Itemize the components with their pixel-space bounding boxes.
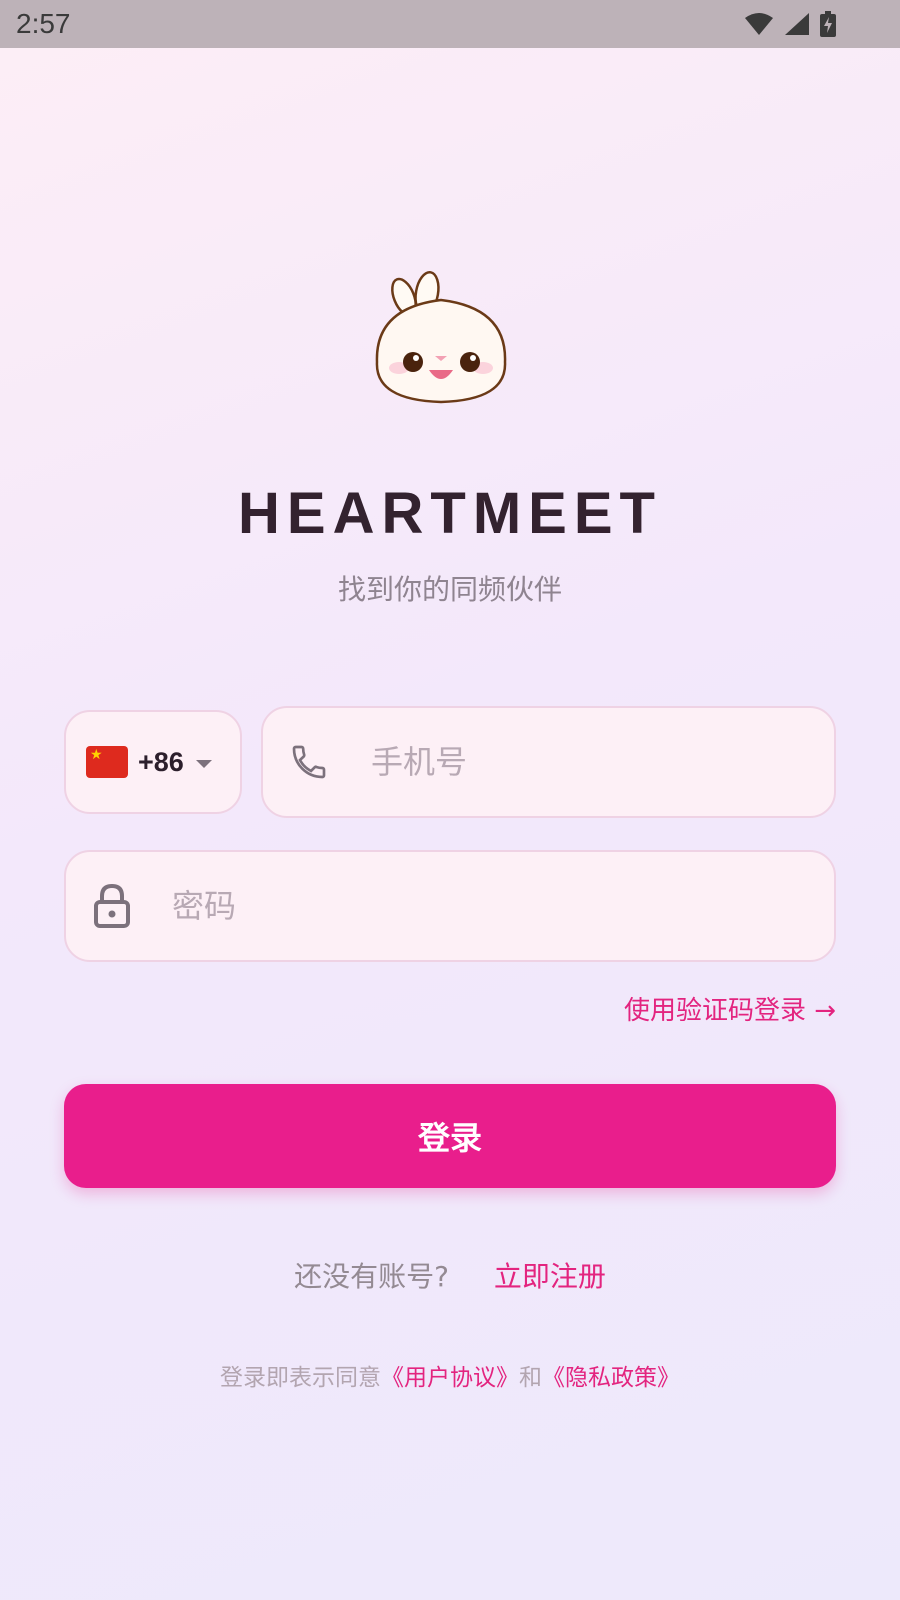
status-time: 2:57 xyxy=(16,8,71,39)
password-input[interactable] xyxy=(170,886,554,926)
china-flag-icon xyxy=(86,746,128,778)
status-bar: 2:57 xyxy=(0,0,900,48)
phone-field[interactable] xyxy=(261,706,836,818)
sms-code-login-link[interactable]: 使用验证码登录 → xyxy=(624,990,836,1027)
privacy-policy-link[interactable]: 《隐私政策》 xyxy=(542,1365,680,1391)
signal-icon xyxy=(785,13,809,35)
brand-subtitle: 找到你的同频伙伴 xyxy=(337,573,562,606)
country-code-selector[interactable]: +86 xyxy=(64,710,242,814)
phone-icon xyxy=(292,745,326,779)
wifi-icon xyxy=(745,13,773,35)
agreement-prefix: 登录即表示同意 xyxy=(220,1365,381,1391)
register-row: 还没有账号? 立即注册 xyxy=(0,1255,900,1295)
agreement-and: 和 xyxy=(519,1365,542,1391)
password-field[interactable] xyxy=(64,850,836,962)
country-code-label: +86 xyxy=(138,746,184,777)
register-question: 还没有账号? xyxy=(294,1260,449,1293)
bunny-mascot-icon xyxy=(375,270,507,404)
status-icons xyxy=(744,11,884,37)
phone-input[interactable] xyxy=(369,742,753,782)
battery-icon xyxy=(820,11,836,37)
lock-icon xyxy=(94,884,130,928)
dropdown-caret-icon xyxy=(195,760,212,768)
user-agreement-link[interactable]: 《用户协议》 xyxy=(381,1365,519,1391)
brand-title: HEARTMEET xyxy=(238,481,662,546)
agreement-text: 登录即表示同意《用户协议》和《隐私政策》 xyxy=(0,1358,900,1392)
login-button[interactable]: 登录 xyxy=(64,1084,836,1188)
register-link[interactable]: 立即注册 xyxy=(494,1260,606,1293)
